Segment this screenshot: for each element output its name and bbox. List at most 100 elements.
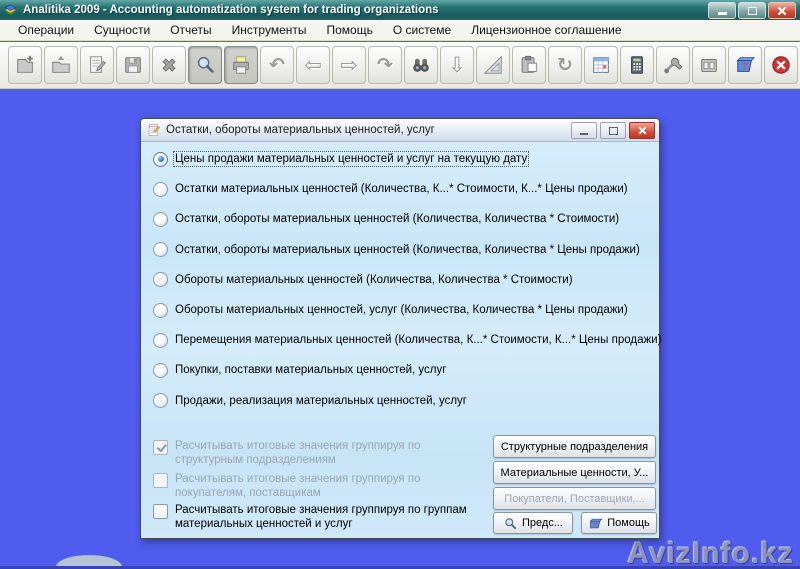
binoculars-icon (410, 54, 432, 76)
delete-button[interactable] (152, 46, 186, 84)
restore-button[interactable] (738, 2, 766, 19)
forward-button[interactable]: ⇨ (332, 46, 366, 84)
minimize-button[interactable] (708, 2, 736, 19)
cardfile-button[interactable] (692, 46, 726, 84)
calendar-button[interactable] (584, 46, 618, 84)
dialog-close-button[interactable] (629, 122, 655, 139)
preview-button-label: Предс... (522, 517, 563, 529)
radio-option-label: Остатки, обороты материальных ценностей … (175, 244, 640, 256)
radio-option[interactable]: Продажи, реализация материальных ценност… (153, 386, 661, 416)
watermark-text: AvizInfo.kz (627, 537, 794, 569)
search-button[interactable] (188, 46, 222, 84)
close-icon (777, 6, 787, 16)
save-button[interactable] (116, 46, 150, 84)
dialog-title: Остатки, обороты материальных ценностей,… (166, 124, 435, 136)
radio-option-label: Цены продажи материальных ценностей и ус… (175, 153, 527, 165)
main-titlebar[interactable]: Analitika 2009 - Accounting automatizati… (0, 0, 800, 20)
dialog-titlebar[interactable]: Остатки, обороты материальных ценностей,… (141, 119, 659, 142)
svg-text:?: ? (594, 521, 598, 528)
calendar-icon (590, 54, 612, 76)
menu-help[interactable]: Помощь (317, 21, 383, 39)
radio-option[interactable]: Обороты материальных ценностей, услуг (К… (153, 295, 661, 325)
radio-option-label: Остатки материальных ценностей (Количест… (175, 183, 628, 195)
radio-icon[interactable] (153, 212, 168, 227)
radio-icon[interactable] (153, 272, 168, 287)
delete-x-icon (158, 54, 180, 76)
calculator-icon (626, 54, 648, 76)
tools-button[interactable] (656, 46, 690, 84)
edit-note-button[interactable] (80, 46, 114, 84)
set-square-icon (482, 54, 504, 76)
card-file-icon (698, 54, 720, 76)
radio-icon[interactable] (153, 242, 168, 257)
radio-icon[interactable] (153, 393, 168, 408)
print-button[interactable] (224, 46, 258, 84)
new-document-icon (14, 54, 36, 76)
radio-option-label: Остатки, обороты материальных ценностей … (175, 213, 619, 225)
radio-option[interactable]: Остатки, обороты материальных ценностей … (153, 235, 661, 265)
open-folder-button[interactable] (44, 46, 78, 84)
material-values-button[interactable]: Материальные ценности, У... (493, 461, 656, 484)
radio-icon[interactable] (153, 152, 168, 167)
new-document-button[interactable] (8, 46, 42, 84)
checkbox-icon[interactable] (153, 504, 168, 519)
dialog-close-icon (638, 126, 647, 135)
tools-icon (662, 54, 684, 76)
radio-option[interactable]: Остатки материальных ценностей (Количест… (153, 174, 661, 204)
menu-reports[interactable]: Отчеты (160, 21, 221, 39)
exit-button[interactable] (764, 46, 798, 84)
close-button[interactable] (768, 2, 796, 19)
help-button[interactable]: ? (728, 46, 762, 84)
menu-about[interactable]: О системе (383, 21, 461, 39)
menu-entities[interactable]: Сущности (84, 21, 160, 39)
refresh-button[interactable]: ↻ (548, 46, 582, 84)
radio-option[interactable]: Покупки, поставки материальных ценностей… (153, 355, 661, 385)
svg-text:?: ? (742, 61, 748, 71)
menu-instruments[interactable]: Инструменты (222, 21, 317, 39)
toolbar: ↶ ⇦ ⇨ ↷ ⇩ (0, 42, 800, 89)
calculator-button[interactable] (620, 46, 654, 84)
window-title: Analitika 2009 - Accounting automatizati… (23, 4, 439, 16)
arrow-left-icon: ⇦ (304, 55, 322, 76)
radio-option[interactable]: Остатки, обороты материальных ценностей … (153, 204, 661, 234)
undo-button[interactable]: ↶ (260, 46, 294, 84)
save-floppy-icon (122, 54, 144, 76)
report-options-group: Цены продажи материальных ценностей и ус… (153, 144, 661, 416)
find-button[interactable] (404, 46, 438, 84)
notepad-icon (146, 122, 161, 138)
help-dialog-button[interactable]: ? Помощь (581, 512, 657, 534)
radio-option[interactable]: Цены продажи материальных ценностей и ус… (153, 144, 661, 174)
checkbox-label: Расчитывать итоговые значения группируя … (175, 503, 491, 531)
radio-option-label: Обороты материальных ценностей (Количест… (175, 274, 573, 286)
paste-button[interactable] (512, 46, 546, 84)
print-icon (230, 54, 252, 76)
radio-icon[interactable] (153, 333, 168, 348)
menu-license[interactable]: Лицензионное соглашение (461, 21, 631, 39)
arrow-right-icon: ⇨ (340, 55, 358, 76)
application-window: Analitika 2009 - Accounting automatizati… (0, 0, 800, 569)
radio-icon[interactable] (153, 303, 168, 318)
radio-option[interactable]: Перемещения материальных ценностей (Коли… (153, 325, 661, 355)
preview-button[interactable]: Предс... (493, 512, 573, 534)
customers-suppliers-button: Покупатели, Поставщики,... (493, 487, 656, 510)
radio-option[interactable]: Обороты материальных ценностей (Количест… (153, 265, 661, 295)
structural-departments-button[interactable]: Структурные подразделения (493, 435, 656, 458)
help-button-label: Помощь (607, 517, 650, 529)
report-selection-dialog: Остатки, обороты материальных ценностей,… (140, 118, 660, 539)
back-button[interactable]: ⇦ (296, 46, 330, 84)
undo-curved-arrow-icon: ↶ (269, 56, 285, 75)
checkbox-label: Расчитывать итоговые значения группируя … (175, 472, 491, 500)
radio-option-label: Продажи, реализация материальных ценност… (175, 395, 467, 407)
redo-button[interactable]: ↷ (368, 46, 402, 84)
checkbox-group-by-goods-groups[interactable]: Расчитывать итоговые значения группируя … (153, 503, 491, 531)
arrow-down-icon: ⇩ (448, 55, 466, 76)
redo-curved-arrow-icon: ↷ (377, 56, 393, 75)
dialog-restore-button[interactable] (600, 122, 626, 139)
radio-icon[interactable] (153, 182, 168, 197)
dialog-minimize-button[interactable] (571, 122, 597, 139)
menu-operations[interactable]: Операции (8, 21, 84, 39)
exit-red-x-icon (770, 54, 792, 76)
down-button[interactable]: ⇩ (440, 46, 474, 84)
radio-icon[interactable] (153, 363, 168, 378)
measure-button[interactable] (476, 46, 510, 84)
